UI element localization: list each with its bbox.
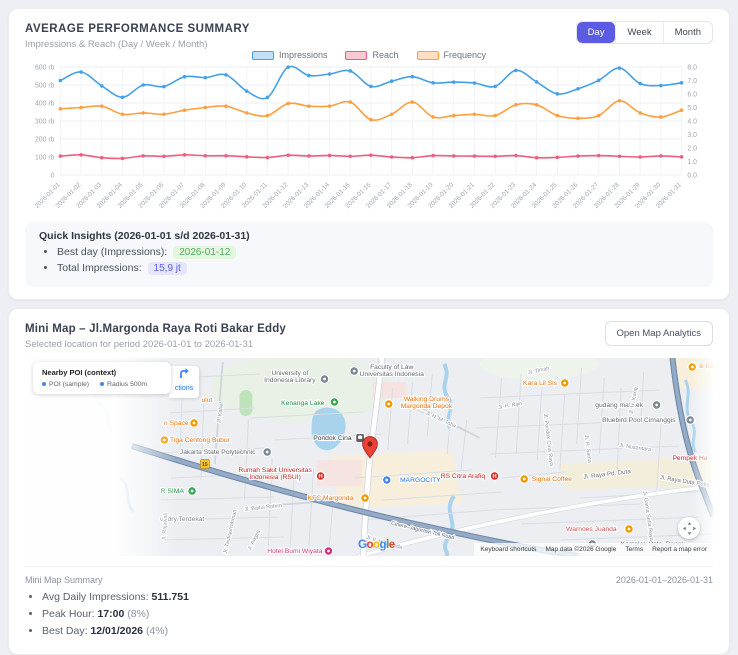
legend-swatch [251,50,274,60]
page-title: AVERAGE PERFORMANCE SUMMARY [25,23,250,35]
summary-best-day: Best Day: 12/01/2026 (4%) [42,625,713,637]
chart-legend: Impressions Reach Frequency [25,50,713,60]
summary-peak-hour: Peak Hour: 17:00 (8%) [42,608,713,620]
directions-button[interactable]: ctions [169,366,199,398]
directions-arrow-icon [179,368,189,378]
svg-text:H: H [492,474,496,480]
summary-avg-impressions: Avg Daily Impressions: 511.751 [42,591,713,603]
insight-total-impressions: Total Impressions: 15,9 jt [57,262,699,275]
y-axis-right-label: 7.0 [687,78,697,85]
y-axis-right-label: 8.0 [687,64,697,71]
legend-item-frequency[interactable]: Frequency [416,50,486,60]
legend-swatch [416,50,439,60]
page-subtitle: Impressions & Reach (Day / Week / Month) [25,39,208,50]
performance-chart[interactable]: 600 rb 500 rb 400 rb 300 rb 200 rb 100 rb 0 8.0… [25,61,713,219]
pan-control[interactable] [678,517,700,539]
poi-dot-icon [42,382,46,386]
range-day-button[interactable]: Day [576,22,616,43]
map-poi-label[interactable]: Walking Drums Margonda Depok [399,395,453,411]
legend-item-reach[interactable]: Reach [345,50,399,60]
svg-text:15: 15 [202,462,208,468]
map-poi-label[interactable]: RS Citra Arafiq [440,472,487,481]
mini-map-card: Mini Map – Jl.Margonda Raya Roti Bakar E… [8,308,730,655]
performance-card: AVERAGE PERFORMANCE SUMMARY Impressions … [8,8,730,300]
map-data-label: Map data ©2026 Google [545,546,617,553]
summary-date-range: 2026-01-01–2026-01-31 [615,575,713,585]
directions-label-fragment: ctions [174,385,194,392]
best-day-badge: 2026-01-12 [173,246,237,259]
nearby-poi-legend: Nearby POI (context) POI (sample) Radius… [33,362,171,394]
y-axis-right-label: 2.0 [687,145,697,152]
nearby-poi-title: Nearby POI (context) [42,368,117,377]
google-logo: Google [358,539,395,551]
y-axis-right-label: 3.0 [687,132,697,139]
report-error-link[interactable]: Report a map error [652,546,707,553]
map-poi-label[interactable]: ulut [200,396,213,405]
map-subtitle: Selected location for period 2026-01-01 … [25,339,254,350]
map-poi-label[interactable]: Signal Coffee [531,475,574,484]
map-poi-label[interactable]: & Eater [698,362,713,371]
terms-link[interactable]: Terms [625,546,643,553]
legend-item-impressions[interactable]: Impressions [251,50,327,60]
map-attribution: Keyboard shortcuts Map data ©2026 Google… [474,543,713,556]
map-poi-label[interactable]: KFC Margonda [307,494,355,503]
y-axis-left-label: 300 rb [35,118,55,125]
map-poi-label[interactable]: Pempek Ha [671,454,708,463]
pan-arrows-icon [682,521,696,535]
map-title: Mini Map – Jl.Margonda Raya Roti Bakar E… [25,323,287,335]
y-axis-left-label: 500 rb [35,82,55,89]
radius-legend: Radius 500m [100,381,147,388]
y-axis-left-label: 200 rb [35,136,55,143]
quick-insights-panel: Quick Insights (2026-01-01 s/d 2026-01-3… [25,222,713,287]
range-month-button[interactable]: Month [662,22,712,43]
mini-map-summary: Mini Map Summary 2026-01-01–2026-01-31 A… [25,566,713,637]
svg-text:H: H [318,474,322,480]
map-poi-label[interactable]: Bluebird Pool Cimanggis [601,416,677,425]
y-axis-right-label: 0.0 [687,172,697,179]
legend-swatch [345,50,368,60]
range-toggle-group: Day Week Month [575,21,713,44]
map-poi-label[interactable]: Jakarta State Polytechnic [179,448,258,457]
open-map-analytics-button[interactable]: Open Map Analytics [604,321,713,346]
y-axis-left-label: 400 rb [35,100,55,107]
y-axis-right-label: 6.0 [687,91,697,98]
map-poi-label[interactable]: Tiga Centong Bubur [169,436,232,445]
quick-insights-title: Quick Insights (2026-01-01 s/d 2026-01-3… [39,230,250,242]
y-axis-left-label: 0 [51,172,55,179]
radius-dot-icon [100,382,105,386]
summary-title: Mini Map Summary [25,575,103,585]
map-poi-label[interactable]: n Space [163,419,190,428]
y-axis-right-label: 1.0 [687,159,697,166]
y-axis-left-label: 100 rb [35,154,55,161]
y-axis-right-label: 5.0 [687,105,697,112]
map-poi-label[interactable]: Warnoes Juanda [565,525,618,534]
map-poi-label[interactable]: MARGOCITY [399,476,442,485]
keyboard-shortcuts-link[interactable]: Keyboard shortcuts [480,546,536,553]
total-impressions-badge: 15,9 jt [147,262,187,275]
y-axis-right-label: 4.0 [687,118,697,125]
map-poi-label[interactable]: Pondok Cina [312,434,353,443]
range-week-button[interactable]: Week [615,22,663,43]
poi-sample-legend: POI (sample) [42,381,89,388]
map-poi-label[interactable]: R SIMA [160,487,186,496]
map-poi-label[interactable]: Kara Lil Sis [522,379,559,388]
map-poi-label[interactable]: Hotel Bumi Wiyata [266,547,324,556]
y-axis-left-label: 600 rb [35,64,55,71]
map-canvas[interactable]: University of Indonesia Library Faculty of… [25,358,713,556]
insight-best-day: Best day (Impressions): 2026-01-12 [57,246,699,259]
map-poi-label[interactable]: Kenanga Lake [280,399,326,408]
